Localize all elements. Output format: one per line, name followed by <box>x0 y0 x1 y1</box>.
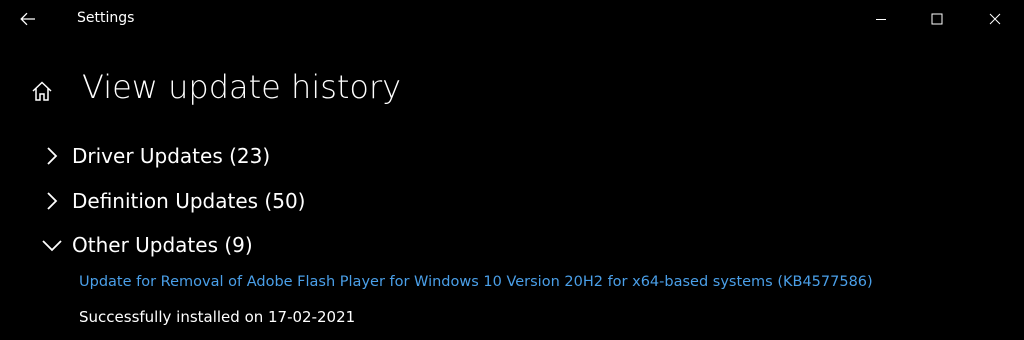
title-bar: Settings <box>0 0 1024 38</box>
group-label: Driver Updates (23) <box>72 144 271 168</box>
minimize-icon <box>876 19 886 20</box>
chevron-right-icon <box>36 186 68 216</box>
close-button[interactable] <box>972 0 1018 38</box>
maximize-icon <box>931 13 943 25</box>
home-button[interactable] <box>26 76 58 106</box>
app-title: Settings <box>77 10 135 26</box>
update-link-kb4577586[interactable]: Update for Removal of Adobe Flash Player… <box>79 274 873 290</box>
back-arrow-icon <box>20 12 35 26</box>
minimize-button[interactable] <box>858 0 904 38</box>
page-title: View update history <box>82 68 402 106</box>
group-label: Other Updates (9) <box>72 233 253 257</box>
group-label: Definition Updates (50) <box>72 189 306 213</box>
chevron-right-icon <box>36 141 68 171</box>
maximize-button[interactable] <box>914 0 960 38</box>
update-status: Successfully installed on 17-02-2021 <box>79 308 356 326</box>
group-driver-updates[interactable]: Driver Updates (23) <box>36 141 270 171</box>
group-other-updates[interactable]: Other Updates (9) <box>36 230 253 260</box>
group-definition-updates[interactable]: Definition Updates (50) <box>36 186 305 216</box>
chevron-down-icon <box>36 230 68 260</box>
close-icon <box>989 13 1001 25</box>
back-button[interactable] <box>12 4 44 34</box>
home-icon <box>32 81 52 101</box>
